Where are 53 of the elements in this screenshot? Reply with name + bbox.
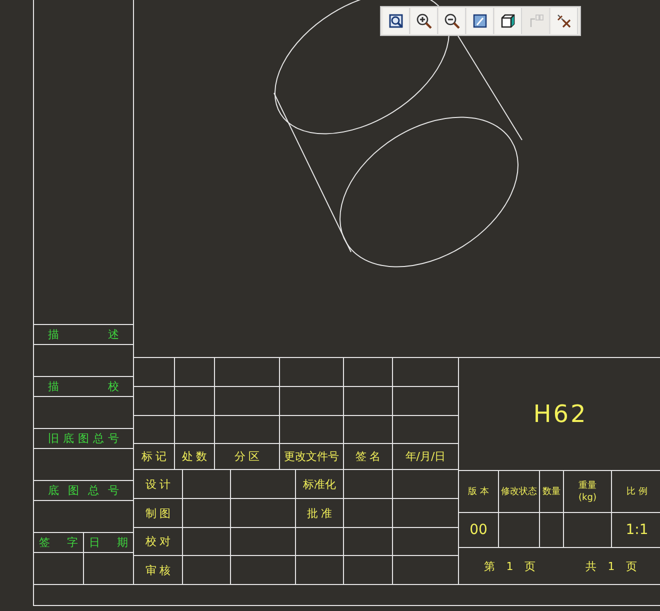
table-cell [344, 499, 393, 528]
zoom-in-icon[interactable] [411, 8, 438, 34]
form-label: 审 核 [134, 556, 183, 584]
table-cell [183, 499, 231, 528]
table-cell [499, 513, 540, 548]
form-label: 描 述 [34, 324, 133, 344]
column-header: 更改文件号 [280, 444, 344, 470]
table-cell [344, 387, 393, 416]
table-cell [183, 470, 231, 499]
column-header: 修改状态 [499, 471, 540, 513]
column-header: 分 区 [215, 444, 280, 470]
table-cell [215, 387, 280, 416]
table-cell [175, 387, 215, 416]
table-cell [564, 513, 612, 548]
column-header: 处 数 [175, 444, 215, 470]
shading-icon[interactable] [495, 8, 522, 34]
table-cell [280, 416, 344, 444]
table-cell [344, 416, 393, 444]
table-cell: 1:1 [612, 513, 660, 548]
form-label: 制 图 [134, 499, 183, 528]
sheet-number: 共 1 页 [585, 558, 638, 574]
sheet-number: 第 1 页 [484, 558, 536, 574]
form-label: 描 校 [34, 376, 133, 396]
table-cell [344, 528, 393, 556]
table-cell [296, 528, 344, 556]
table-cell [175, 416, 215, 444]
column-header: 比 例 [612, 471, 660, 513]
form-label: 批 准 [296, 499, 344, 528]
column-header: 签 名 [344, 444, 393, 470]
zoom-out-icon[interactable] [439, 8, 466, 34]
column-header: 版 本 [459, 471, 499, 513]
table-cell [231, 470, 296, 499]
column-header: 重量 (kg) [564, 471, 612, 513]
form-label: 标准化 [296, 470, 344, 499]
column-header: 标 记 [134, 444, 175, 470]
table-cell [344, 470, 393, 499]
zoom-fit-icon[interactable] [383, 8, 410, 34]
column-header: 年/月/日 [393, 444, 458, 470]
form-label: 设 计 [134, 470, 183, 499]
form-label: 底图总号 [34, 480, 133, 500]
part-name: H62 [459, 358, 660, 471]
table-cell [231, 528, 296, 556]
table-cell [183, 528, 231, 556]
table-cell [280, 387, 344, 416]
form-label: 签 字 [34, 533, 84, 552]
form-label: 旧底图总号 [34, 428, 133, 448]
table-cell: 00 [459, 513, 499, 548]
column-header: 数量 [540, 471, 564, 513]
table-cell [540, 513, 564, 548]
form-label: 日 期 [88, 535, 129, 551]
form-label: 校 对 [134, 528, 183, 556]
table-cell [231, 499, 296, 528]
table-cell [215, 416, 280, 444]
